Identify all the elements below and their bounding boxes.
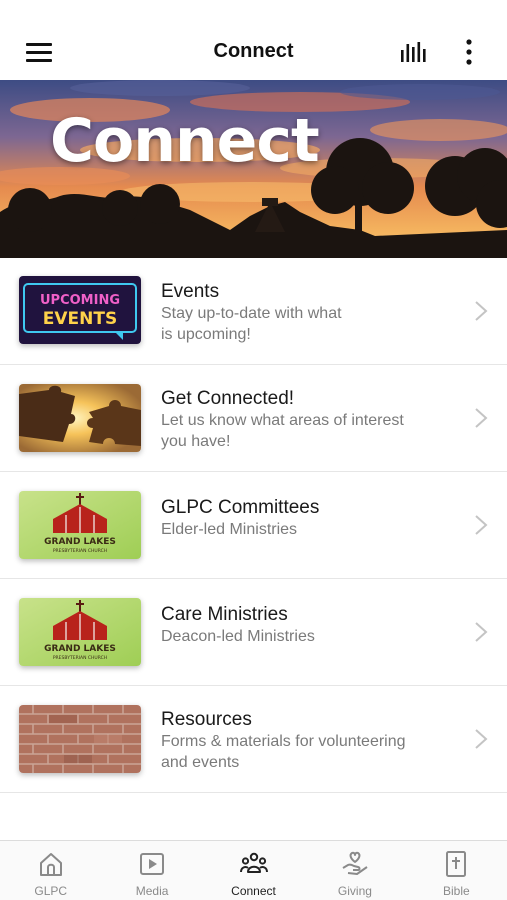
- list-item-get-connected[interactable]: Get Connected! Let us know what areas of…: [0, 365, 507, 472]
- brick-wall-thumbnail: [19, 705, 141, 773]
- tab-giving[interactable]: Giving: [304, 841, 405, 900]
- app-header: Connect: [0, 24, 507, 80]
- list-item-events[interactable]: UPCOMING EVENTS Events Stay up-to-date w…: [0, 258, 507, 365]
- list-item-glpc-committees[interactable]: GRAND LAKES PRESBYTERIAN CHURCH GLPC Com…: [0, 472, 507, 579]
- item-title: Events: [161, 281, 220, 302]
- thumb-logo-name: GRAND LAKES: [44, 644, 116, 654]
- play-icon: [140, 853, 165, 875]
- item-subtitle-line1: Forms & materials for volunteering: [161, 733, 406, 750]
- tab-label: GLPC: [34, 884, 68, 898]
- item-title: Get Connected!: [161, 388, 295, 409]
- hamburger-menu-icon[interactable]: [24, 40, 54, 64]
- item-subtitle-line2: is upcoming!: [161, 326, 251, 343]
- chevron-right-icon: [475, 729, 488, 749]
- tab-label: Bible: [442, 884, 470, 898]
- item-title: Care Ministries: [161, 604, 288, 625]
- hero-title: Connect: [50, 106, 320, 176]
- item-title: Resources: [161, 709, 252, 730]
- tab-label: Media: [135, 884, 169, 898]
- thumb-logo-sub: PRESBYTERIAN CHURCH: [53, 548, 107, 554]
- tab-connect[interactable]: Connect: [203, 841, 304, 900]
- bottom-tab-bar: GLPC Media Connect Giving Bible: [0, 840, 507, 900]
- list-item-resources[interactable]: Resources Forms & materials for voluntee…: [0, 686, 507, 793]
- puzzle-pieces-thumbnail: [19, 384, 141, 452]
- audio-bars-icon[interactable]: [398, 40, 430, 64]
- tab-bible[interactable]: Bible: [406, 841, 507, 900]
- hand-heart-icon: [342, 851, 368, 875]
- chevron-right-icon: [475, 408, 488, 428]
- chevron-right-icon: [475, 301, 488, 321]
- tab-glpc[interactable]: GLPC: [0, 841, 101, 900]
- list-item-care-ministries[interactable]: GRAND LAKES PRESBYTERIAN CHURCH Care Min…: [0, 579, 507, 686]
- item-subtitle-line1: Stay up-to-date with what: [161, 305, 342, 322]
- hero-banner: Connect: [0, 80, 507, 258]
- status-bar: [0, 0, 507, 24]
- connect-list: UPCOMING EVENTS Events Stay up-to-date w…: [0, 258, 507, 793]
- tab-label: Connect: [231, 884, 276, 898]
- chevron-right-icon: [475, 622, 488, 642]
- tab-media[interactable]: Media: [101, 841, 202, 900]
- upcoming-events-thumbnail: UPCOMING EVENTS: [19, 276, 141, 344]
- grand-lakes-logo-thumbnail: GRAND LAKES PRESBYTERIAN CHURCH: [19, 598, 141, 666]
- grand-lakes-logo-thumbnail: GRAND LAKES PRESBYTERIAN CHURCH: [19, 491, 141, 559]
- thumb-upcoming-text: UPCOMING: [40, 293, 120, 308]
- people-group-icon: [239, 852, 268, 873]
- tab-label: Giving: [337, 884, 372, 898]
- church-icon: [39, 853, 62, 876]
- thumb-logo-sub: PRESBYTERIAN CHURCH: [53, 655, 107, 661]
- chevron-right-icon: [475, 515, 488, 535]
- header-title: Connect: [213, 40, 294, 62]
- item-subtitle-line1: Elder-led Ministries: [161, 521, 298, 538]
- more-vertical-icon[interactable]: [460, 38, 478, 66]
- bible-icon: [446, 851, 467, 877]
- item-subtitle-line2: you have!: [161, 433, 231, 450]
- thumb-logo-name: GRAND LAKES: [44, 537, 116, 547]
- item-subtitle-line1: Deacon-led Ministries: [161, 628, 315, 645]
- item-title: GLPC Committees: [161, 497, 320, 518]
- thumb-events-text: EVENTS: [43, 309, 117, 329]
- item-subtitle-line1: Let us know what areas of interest: [161, 412, 404, 429]
- item-subtitle-line2: and events: [161, 754, 240, 771]
